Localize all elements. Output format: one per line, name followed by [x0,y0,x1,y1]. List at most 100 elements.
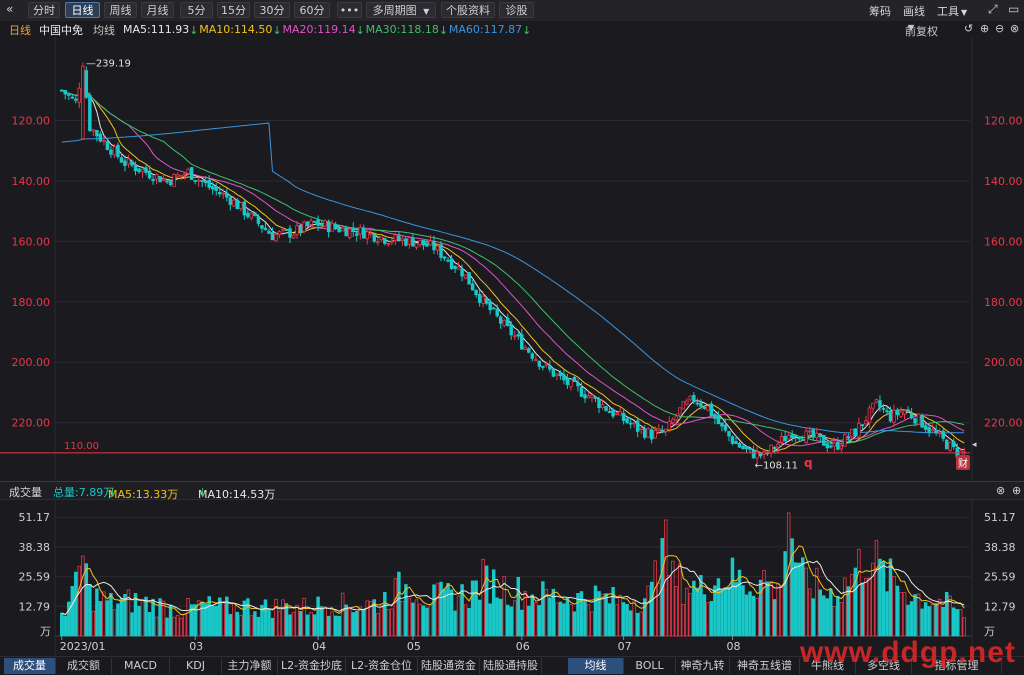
candle [920,414,924,428]
volume-bar [590,611,594,637]
ma-line-20 [61,89,965,447]
period-button-6[interactable]: 30分 [254,2,290,18]
candle [744,446,749,450]
overlay-tab-0[interactable]: 均线 [568,658,624,674]
overlay-tab-1[interactable]: BOLL [624,658,676,674]
candle [934,430,938,434]
tools-menu-button[interactable]: 工具 ▼ [937,3,967,19]
indicator-tab-7[interactable]: 陆股通资金 [418,658,480,674]
q-marker[interactable]: q [804,456,813,470]
candle [203,181,208,184]
tools-label: 工具 [937,5,959,18]
indicator-tab-2[interactable]: MACD [112,658,170,674]
x-label: 07 [618,640,632,653]
chip-distribution-button[interactable]: 筹码 [869,3,891,19]
candle [502,320,506,326]
vol-y-tick-left: 38.38 [19,541,51,554]
period-button-3[interactable]: 月线 [141,2,174,18]
ma-line-60 [61,122,965,434]
volume-bar [130,612,134,637]
volume-bar [453,610,457,637]
candle [562,374,566,381]
multi-period-chart-button[interactable]: 多周期图 ▼ [366,2,436,18]
indicator-tab-6[interactable]: L2-资金仓位 [346,658,418,674]
close-icon[interactable]: ⊗ [996,484,1005,497]
candle [769,444,773,454]
volume-bar [397,571,401,637]
candle [815,432,819,439]
period-button-5[interactable]: 15分 [217,2,250,18]
minus-icon[interactable]: ⊖ [995,22,1004,35]
volume-bar [158,598,162,637]
indicator-tab-0[interactable]: 成交量 [4,658,56,674]
volume-bar [804,567,808,637]
candle [937,431,942,435]
volume-bar [435,583,440,637]
candle [295,225,299,235]
volume-bar [400,601,405,637]
undo-icon[interactable]: ↺ [964,22,973,35]
volume-bar [305,614,310,637]
volume-bar [706,602,710,637]
indicator-tab-4[interactable]: 主力净额 [222,658,278,674]
close-icon[interactable]: ⊗ [1010,22,1019,35]
volume-bar [333,615,338,637]
draw-line-button[interactable]: 画线 [903,3,925,19]
period-button-0[interactable]: 分时 [28,2,60,18]
candle [625,418,629,424]
candle [674,415,679,421]
volume-bar [737,569,742,637]
period-button-4[interactable]: 5分 [180,2,213,18]
candle [484,298,489,304]
volume-bar [769,580,773,637]
plus-icon[interactable]: ⊕ [980,22,989,35]
plus-icon[interactable]: ⊕ [1012,484,1021,497]
volume-bar [60,612,64,637]
indicator-tab-3[interactable]: KDJ [170,658,222,674]
candle [189,167,194,180]
candle [899,411,903,417]
candle [614,412,619,415]
candle [885,410,889,413]
period-button-2[interactable]: 周线 [104,2,137,18]
indicator-tab-5[interactable]: L2-资金抄底 [278,658,346,674]
candle [316,219,320,226]
overlay-tab-2[interactable]: 神奇九转 [676,658,730,674]
volume-bar [235,611,240,637]
more-periods-button[interactable]: ••• [337,2,362,18]
volume-bar [295,604,299,637]
candle [583,394,587,399]
candle [628,422,633,425]
kline-chart[interactable]: 220.00 200.00 180.00 160.00 140.00 120.00 220… [0,37,1024,481]
ma-label-1: MA10:114.50 ↓ [199,23,282,37]
candle [667,420,672,431]
stock-info-button[interactable]: 个股资料 [441,2,495,18]
candle [544,363,549,366]
candle [354,233,359,236]
vol-y-tick-right: 51.17 [984,511,1016,524]
volume-bar [119,598,124,637]
candle [621,412,626,421]
indicator-tab-1[interactable]: 成交额 [56,658,112,674]
volume-bar [628,610,633,637]
candle [182,173,187,176]
candle [221,192,226,195]
candle [298,224,303,233]
candle [611,409,615,417]
volume-bar [748,591,752,637]
indicator-tab-8[interactable]: 陆股通持股 [480,658,542,674]
candle [723,424,728,431]
overlay-tab-3[interactable]: 神奇五线谱 [730,658,800,674]
diagnose-stock-button[interactable]: 诊股 [499,2,534,18]
volume-bar [439,581,443,637]
expand-icon[interactable]: ⤢ [988,2,998,17]
candle [681,401,686,410]
volume-bar [91,610,96,637]
period-button-1[interactable]: 日线 [65,2,100,18]
volume-chart[interactable]: 12.79 12.79 25.59 25.59 38.38 38.38 51.17 51.17… [0,498,1024,656]
double-chevron-left-icon[interactable]: « [6,2,13,16]
candle [632,422,636,425]
period-button-7[interactable]: 60分 [294,2,330,18]
window-icon[interactable]: ▭ [1008,2,1019,16]
vol-y-tick-left: 12.79 [19,600,51,613]
